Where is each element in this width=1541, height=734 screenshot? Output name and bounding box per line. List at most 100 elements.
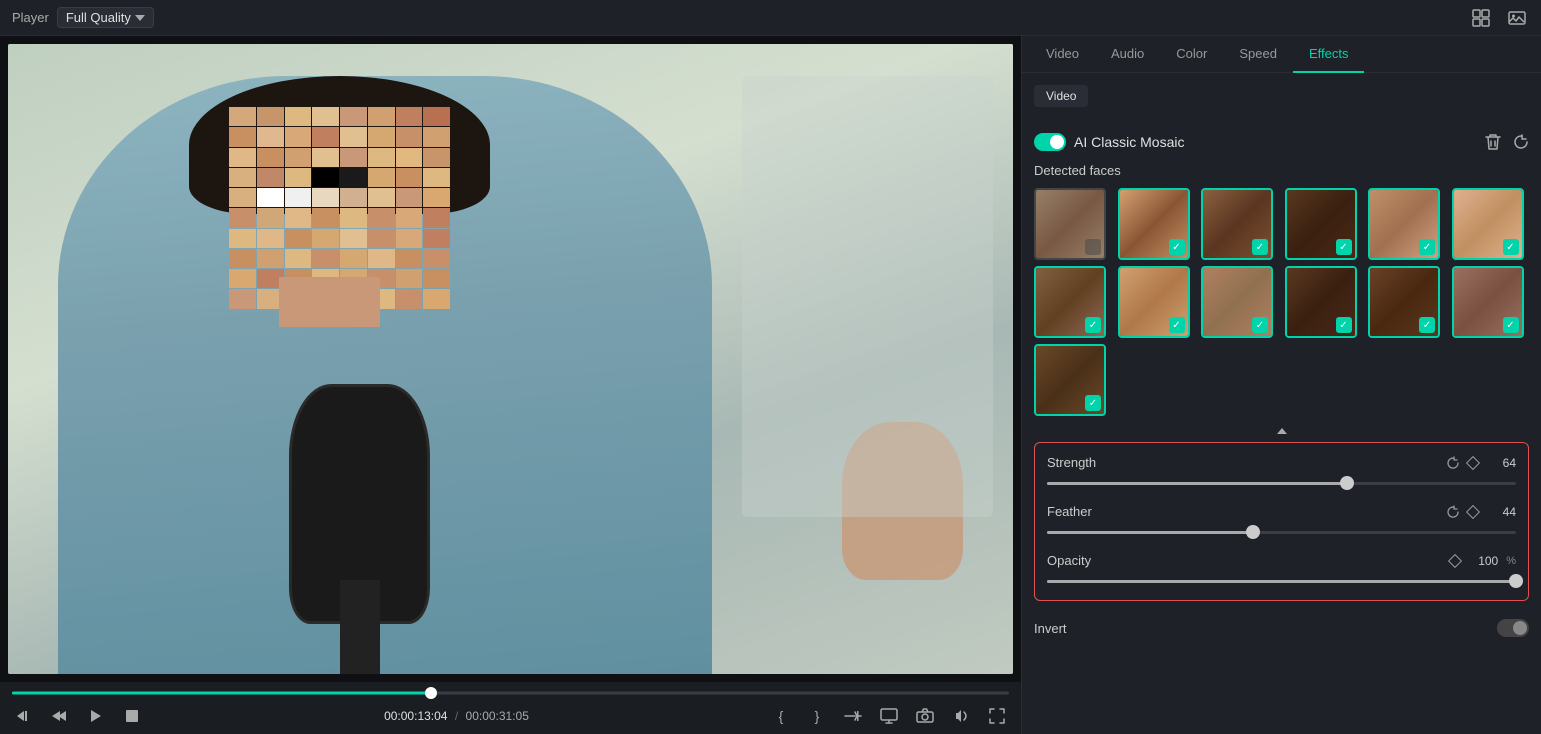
face-thumb-8[interactable]: ✓	[1118, 266, 1190, 338]
face-check-1	[1085, 239, 1101, 255]
effect-toggle[interactable]	[1034, 133, 1066, 151]
face-thumb-11[interactable]: ✓	[1368, 266, 1440, 338]
bracket-left-button[interactable]: {	[769, 704, 793, 728]
tab-color[interactable]: Color	[1160, 36, 1223, 73]
feather-value: 44	[1486, 505, 1516, 519]
current-time: 00:00:13:04	[384, 709, 447, 723]
stop-button[interactable]	[120, 704, 144, 728]
opacity-keyframe-icon[interactable]	[1448, 553, 1462, 567]
tab-effects[interactable]: Effects	[1293, 36, 1365, 73]
face-check-6: ✓	[1503, 239, 1519, 255]
opacity-label: Opacity	[1047, 553, 1091, 568]
invert-toggle[interactable]	[1497, 619, 1529, 637]
strength-track	[1047, 482, 1516, 485]
feather-track	[1047, 531, 1516, 534]
video-frame	[8, 44, 1013, 674]
face-thumb-10[interactable]: ✓	[1285, 266, 1357, 338]
play-button[interactable]	[84, 704, 108, 728]
face-check-9: ✓	[1252, 317, 1268, 333]
cut-button[interactable]	[841, 704, 865, 728]
opacity-value: 100	[1468, 554, 1498, 568]
step-back-button[interactable]	[48, 704, 72, 728]
quality-selector[interactable]: Full Quality	[57, 7, 154, 28]
feather-reset-button[interactable]	[1446, 505, 1460, 519]
strength-reset-button[interactable]	[1446, 456, 1460, 470]
transport-left	[12, 704, 144, 728]
opacity-unit: %	[1506, 555, 1516, 567]
camera-button[interactable]	[913, 704, 937, 728]
tabs-header: Video Audio Color Speed Effects	[1022, 36, 1541, 73]
top-bar-left: Player Full Quality	[12, 7, 154, 28]
refresh-effect-button[interactable]	[1513, 133, 1529, 151]
strength-header: Strength 64	[1047, 455, 1516, 470]
face-check-7: ✓	[1085, 317, 1101, 333]
feather-keyframe-icon[interactable]	[1466, 504, 1480, 518]
face-thumb-1[interactable]	[1034, 188, 1106, 260]
face-thumb-9[interactable]: ✓	[1201, 266, 1273, 338]
chevron-down-icon	[135, 15, 145, 21]
player-label: Player	[12, 10, 49, 25]
face-thumb-12[interactable]: ✓	[1452, 266, 1524, 338]
feather-icons: 44	[1446, 505, 1516, 519]
right-panel: Video Audio Color Speed Effects Video AI…	[1021, 36, 1541, 734]
face-thumb-5[interactable]: ✓	[1368, 188, 1440, 260]
progress-bar[interactable]	[12, 690, 1009, 696]
top-bar-right	[1469, 6, 1529, 30]
tab-speed[interactable]: Speed	[1223, 36, 1293, 73]
faces-grid: ✓ ✓ ✓ ✓ ✓	[1034, 188, 1529, 416]
strength-icons: 64	[1446, 456, 1516, 470]
sliders-section: Strength 64	[1034, 442, 1529, 601]
strength-keyframe-icon[interactable]	[1466, 455, 1480, 469]
video-area: 00:00:13:04 / 00:00:31:05 { }	[0, 36, 1021, 734]
strength-track-wrap[interactable]	[1047, 476, 1516, 490]
opacity-track	[1047, 580, 1516, 583]
face-thumb-2[interactable]: ✓	[1118, 188, 1190, 260]
panel-content: Video AI Classic Mosaic Detect	[1022, 73, 1541, 734]
face-check-13: ✓	[1085, 395, 1101, 411]
opacity-icons: 100 %	[1450, 554, 1516, 568]
face-check-11: ✓	[1419, 317, 1435, 333]
image-icon[interactable]	[1505, 6, 1529, 30]
face-check-2: ✓	[1169, 239, 1185, 255]
face-thumb-13[interactable]: ✓	[1034, 344, 1106, 416]
face-check-8: ✓	[1169, 317, 1185, 333]
face-thumb-7[interactable]: ✓	[1034, 266, 1106, 338]
fullscreen-button[interactable]	[985, 704, 1009, 728]
strength-fill	[1047, 482, 1347, 485]
video-subtab[interactable]: Video	[1034, 85, 1088, 107]
grid-icon[interactable]	[1469, 6, 1493, 30]
tab-video[interactable]: Video	[1030, 36, 1095, 73]
feather-slider-row: Feather 44	[1047, 504, 1516, 539]
main-content: 00:00:13:04 / 00:00:31:05 { }	[0, 36, 1541, 734]
bracket-right-button[interactable]: }	[805, 704, 829, 728]
monitor-button[interactable]	[877, 704, 901, 728]
face-check-5: ✓	[1419, 239, 1435, 255]
face-thumb-4[interactable]: ✓	[1285, 188, 1357, 260]
face-check-12: ✓	[1503, 317, 1519, 333]
progress-track	[12, 692, 1009, 695]
delete-effect-button[interactable]	[1485, 133, 1501, 151]
effect-title: AI Classic Mosaic	[1074, 134, 1184, 150]
chevron-up-icon	[1277, 428, 1287, 434]
total-time: 00:00:31:05	[466, 709, 529, 723]
face-thumb-6[interactable]: ✓	[1452, 188, 1524, 260]
strength-slider-row: Strength 64	[1047, 455, 1516, 490]
strength-thumb[interactable]	[1340, 476, 1354, 490]
collapse-arrow[interactable]	[1034, 428, 1529, 434]
face-thumb-3[interactable]: ✓	[1201, 188, 1273, 260]
rewind-button[interactable]	[12, 704, 36, 728]
progress-thumb[interactable]	[425, 687, 437, 699]
tab-audio[interactable]: Audio	[1095, 36, 1160, 73]
feather-track-wrap[interactable]	[1047, 525, 1516, 539]
opacity-slider-row: Opacity 100 %	[1047, 553, 1516, 588]
face-check-10: ✓	[1336, 317, 1352, 333]
strength-label: Strength	[1047, 455, 1096, 470]
effect-header: AI Classic Mosaic	[1034, 133, 1529, 151]
opacity-track-wrap[interactable]	[1047, 574, 1516, 588]
audio-button[interactable]	[949, 704, 973, 728]
opacity-thumb[interactable]	[1509, 574, 1523, 588]
feather-thumb[interactable]	[1246, 525, 1260, 539]
time-separator: /	[455, 709, 458, 723]
face-check-3: ✓	[1252, 239, 1268, 255]
transport-controls: 00:00:13:04 / 00:00:31:05 { }	[12, 704, 1009, 728]
